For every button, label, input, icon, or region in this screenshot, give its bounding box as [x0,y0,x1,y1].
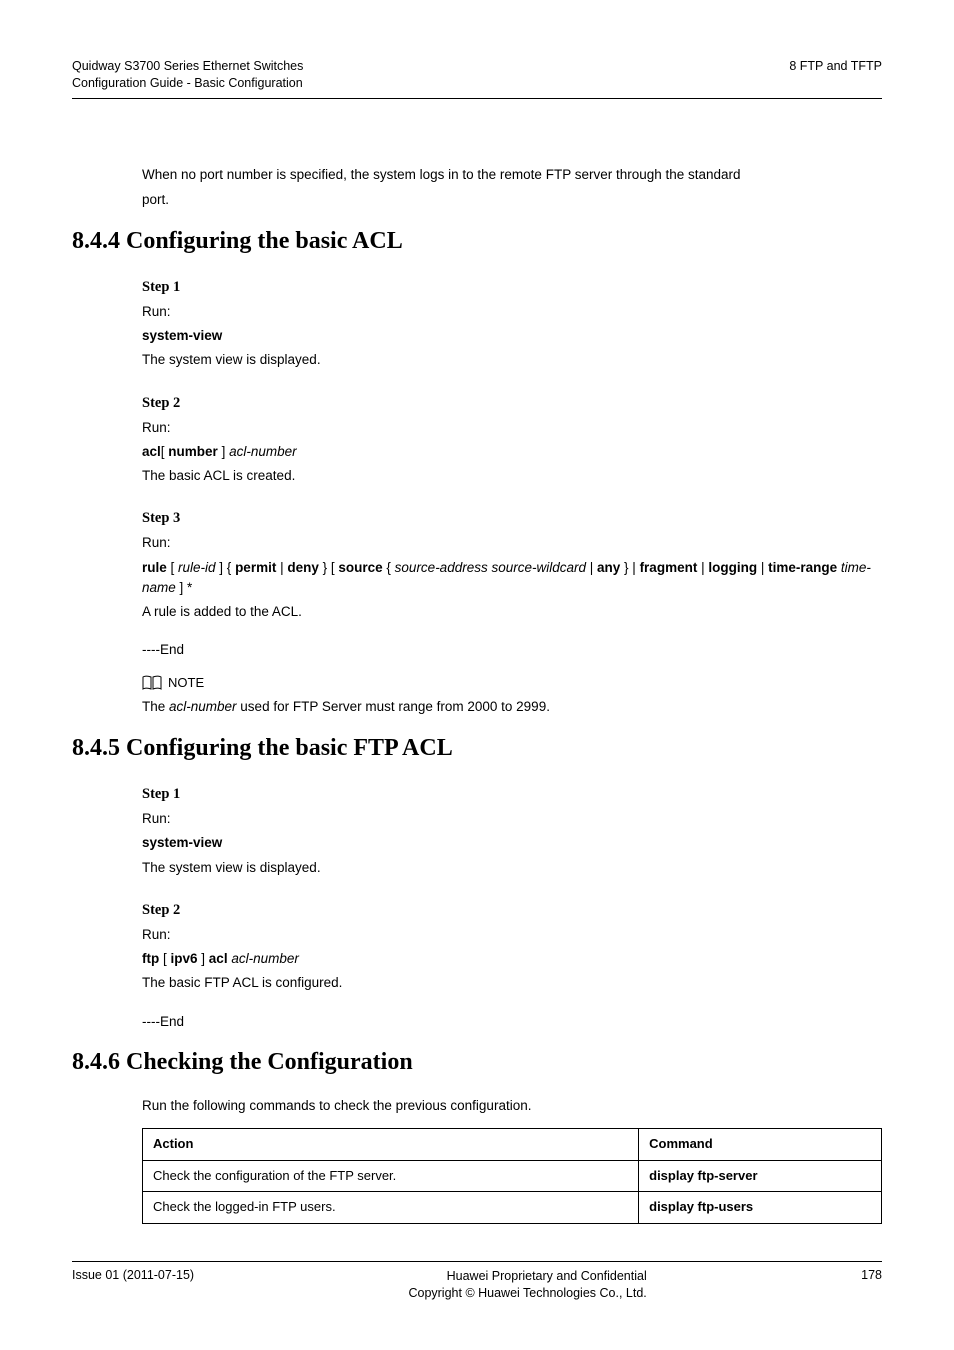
step-label: Step 2 [142,900,882,921]
command-text: system-view [142,835,222,850]
step-label: Step 2 [142,393,882,414]
command-table: Action Command Check the configuration o… [142,1128,882,1225]
heading-845: 8.4.5 Configuring the basic FTP ACL [72,735,882,762]
table-header: Command [639,1128,882,1160]
command-line: rule [ rule-id ] { permit | deny } [ sou… [142,558,882,599]
footer-proprietary: Huawei Proprietary and Confidential [408,1268,646,1285]
table-cell: Check the logged-in FTP users. [143,1192,639,1224]
command-line: acl[ number ] acl-number [142,442,882,462]
table-cell: Check the configuration of the FTP serve… [143,1160,639,1192]
step-run: Run: [142,302,882,322]
note-box: NOTE The acl-number used for FTP Server … [142,674,882,717]
table-row: Check the logged-in FTP users. display f… [143,1192,882,1224]
step-run: Run: [142,418,882,438]
intro-paragraph: When no port number is specified, the sy… [142,165,882,210]
step-run: Run: [142,809,882,829]
step-label: Step 3 [142,508,882,529]
step-description: The system view is displayed. [142,350,882,370]
end-marker: ----End [142,1012,882,1032]
heading-846: 8.4.6 Checking the Configuration [72,1049,882,1076]
step-description: The basic FTP ACL is configured. [142,973,882,993]
doc-title-line1: Quidway S3700 Series Ethernet Switches [72,58,303,75]
table-cell: display ftp-users [639,1192,882,1224]
step-label: Step 1 [142,277,882,298]
step-description: A rule is added to the ACL. [142,602,882,622]
table-row: Check the configuration of the FTP serve… [143,1160,882,1192]
step-description: The system view is displayed. [142,858,882,878]
footer-copyright: Copyright © Huawei Technologies Co., Ltd… [408,1285,646,1302]
chapter-label: 8 FTP and TFTP [789,58,882,92]
step-label: Step 1 [142,784,882,805]
table-header: Action [143,1128,639,1160]
book-icon [142,675,162,691]
footer-issue: Issue 01 (2011-07-15) [72,1268,194,1302]
command-line: ftp [ ipv6 ] acl acl-number [142,949,882,969]
command-text: system-view [142,328,222,343]
end-marker: ----End [142,640,882,660]
footer-page-number: 178 [861,1268,882,1302]
section-intro: Run the following commands to check the … [142,1096,882,1116]
step-run: Run: [142,533,882,553]
doc-title-line2: Configuration Guide - Basic Configuratio… [72,75,303,92]
page-footer: Issue 01 (2011-07-15) Huawei Proprietary… [72,1261,882,1302]
note-label: NOTE [168,674,204,693]
step-run: Run: [142,925,882,945]
page-header: Quidway S3700 Series Ethernet Switches C… [72,58,882,92]
heading-844: 8.4.4 Configuring the basic ACL [72,228,882,255]
step-description: The basic ACL is created. [142,466,882,486]
table-cell: display ftp-server [639,1160,882,1192]
